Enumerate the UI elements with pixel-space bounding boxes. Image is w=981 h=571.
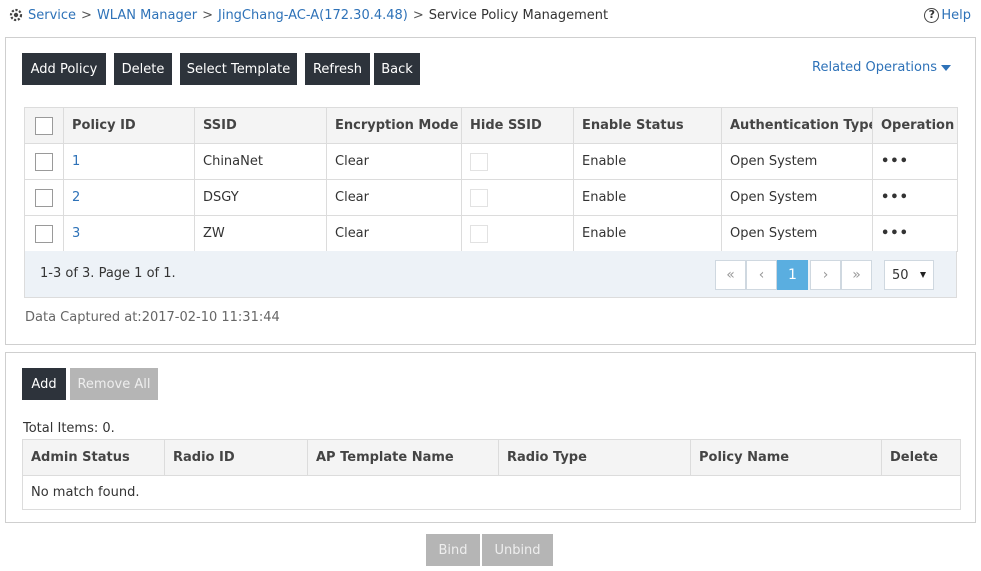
- breadcrumb-wlan-manager[interactable]: WLAN Manager: [97, 8, 197, 23]
- row-select-cell: [24, 215, 64, 252]
- breadcrumb-current: Service Policy Management: [428, 7, 609, 23]
- policy-table: Policy ID SSID Encryption Mode Hide SSID…: [24, 107, 958, 252]
- header-policy-id[interactable]: Policy ID: [63, 107, 195, 144]
- policy-id-cell: 1: [63, 143, 195, 180]
- breadcrumb-service[interactable]: Service: [28, 8, 76, 23]
- help-label: Help: [941, 7, 971, 23]
- hide-ssid-checkbox: [470, 224, 488, 243]
- header-admin-status[interactable]: Admin Status: [22, 439, 165, 476]
- operation-cell: •••: [872, 179, 958, 216]
- enable-status-cell: Enable: [573, 215, 722, 252]
- table-row: 3 ZW Clear Enable Open System •••: [24, 215, 958, 252]
- policy-id-link[interactable]: 3: [72, 226, 80, 241]
- header-select-all: [24, 107, 64, 144]
- encryption-cell: Clear: [326, 179, 462, 216]
- policy-id-link[interactable]: 2: [72, 190, 80, 205]
- hide-ssid-checkbox: [470, 188, 488, 207]
- unbind-button[interactable]: Unbind: [482, 534, 553, 566]
- row-select-cell: [24, 179, 64, 216]
- hide-ssid-cell: [461, 179, 574, 216]
- no-match-message: No match found.: [22, 475, 961, 510]
- caret-down-icon: [920, 272, 926, 278]
- help-icon: ?: [924, 7, 940, 23]
- enable-status-cell: Enable: [573, 179, 722, 216]
- select-template-button[interactable]: Select Template: [180, 53, 297, 85]
- more-options-icon[interactable]: •••: [881, 190, 909, 205]
- enable-status-cell: Enable: [573, 143, 722, 180]
- prev-page-button[interactable]: ‹: [746, 260, 777, 290]
- header-radio-id[interactable]: Radio ID: [164, 439, 308, 476]
- breadcrumb-separator: >: [81, 7, 92, 23]
- related-operations-dropdown[interactable]: Related Operations: [812, 60, 951, 75]
- pagination-info: 1-3 of 3. Page 1 of 1.: [40, 266, 176, 281]
- data-captured-timestamp: Data Captured at:2017-02-10 11:31:44: [25, 310, 280, 325]
- more-options-icon[interactable]: •••: [881, 154, 909, 169]
- select-all-checkbox[interactable]: [35, 116, 53, 135]
- page-size-value: 50: [892, 267, 909, 283]
- row-select-cell: [24, 143, 64, 180]
- policy-id-link[interactable]: 1: [72, 154, 80, 169]
- empty-row: No match found.: [22, 475, 961, 510]
- service-gear-icon: [9, 8, 23, 22]
- breadcrumb-device[interactable]: JingChang-AC-A(172.30.4.48): [218, 8, 408, 23]
- binding-table-header: Admin Status Radio ID AP Template Name R…: [22, 439, 961, 476]
- binding-table: Admin Status Radio ID AP Template Name R…: [22, 439, 961, 510]
- header-delete: Delete: [881, 439, 961, 476]
- total-items: Total Items: 0.: [23, 421, 115, 436]
- page-size-select[interactable]: 50: [884, 260, 934, 290]
- table-row: 1 ChinaNet Clear Enable Open System •••: [24, 143, 958, 180]
- policy-table-header: Policy ID SSID Encryption Mode Hide SSID…: [24, 107, 958, 144]
- remove-all-button[interactable]: Remove All: [70, 368, 158, 400]
- header-radio-type[interactable]: Radio Type: [498, 439, 691, 476]
- ssid-cell: DSGY: [194, 179, 327, 216]
- more-options-icon[interactable]: •••: [881, 226, 909, 241]
- add-policy-button[interactable]: Add Policy: [22, 53, 106, 85]
- operation-cell: •••: [872, 143, 958, 180]
- next-page-button[interactable]: ›: [810, 260, 841, 290]
- bind-button[interactable]: Bind: [426, 534, 480, 566]
- ssid-cell: ZW: [194, 215, 327, 252]
- header-encryption-mode[interactable]: Encryption Mode: [326, 107, 462, 144]
- back-button[interactable]: Back: [374, 53, 420, 85]
- hide-ssid-checkbox: [470, 152, 488, 171]
- help-link[interactable]: ? Help: [924, 5, 971, 25]
- row-checkbox[interactable]: [35, 188, 53, 207]
- encryption-cell: Clear: [326, 215, 462, 252]
- header-enable-status[interactable]: Enable Status: [573, 107, 722, 144]
- row-checkbox[interactable]: [35, 224, 53, 243]
- encryption-cell: Clear: [326, 143, 462, 180]
- ssid-cell: ChinaNet: [194, 143, 327, 180]
- header-ssid[interactable]: SSID: [194, 107, 327, 144]
- auth-type-cell: Open System: [721, 143, 873, 180]
- breadcrumb: Service > WLAN Manager > JingChang-AC-A(…: [8, 5, 608, 25]
- breadcrumb-separator: >: [412, 7, 424, 23]
- delete-button[interactable]: Delete: [114, 53, 172, 85]
- auth-type-cell: Open System: [721, 215, 873, 252]
- row-checkbox[interactable]: [35, 152, 53, 171]
- refresh-button[interactable]: Refresh: [305, 53, 370, 85]
- hide-ssid-cell: [461, 215, 574, 252]
- caret-down-icon: [941, 64, 951, 71]
- header-operation: Operation: [872, 107, 958, 144]
- first-page-button[interactable]: «: [715, 260, 746, 290]
- header-ap-template-name[interactable]: AP Template Name: [307, 439, 499, 476]
- operation-cell: •••: [872, 215, 958, 252]
- add-button[interactable]: Add: [22, 368, 66, 400]
- related-operations-label: Related Operations: [812, 60, 937, 75]
- auth-type-cell: Open System: [721, 179, 873, 216]
- breadcrumb-separator: >: [202, 7, 213, 23]
- header-hide-ssid[interactable]: Hide SSID: [461, 107, 574, 144]
- last-page-button[interactable]: »: [841, 260, 872, 290]
- policy-id-cell: 3: [63, 215, 195, 252]
- page-number-button[interactable]: 1: [777, 260, 808, 290]
- pagination-bar: 1-3 of 3. Page 1 of 1. « ‹ 1 › » 50: [24, 251, 957, 298]
- table-row: 2 DSGY Clear Enable Open System •••: [24, 179, 958, 216]
- policy-id-cell: 2: [63, 179, 195, 216]
- hide-ssid-cell: [461, 143, 574, 180]
- header-authentication-type[interactable]: Authentication Type: [721, 107, 873, 144]
- header-policy-name[interactable]: Policy Name: [690, 439, 882, 476]
